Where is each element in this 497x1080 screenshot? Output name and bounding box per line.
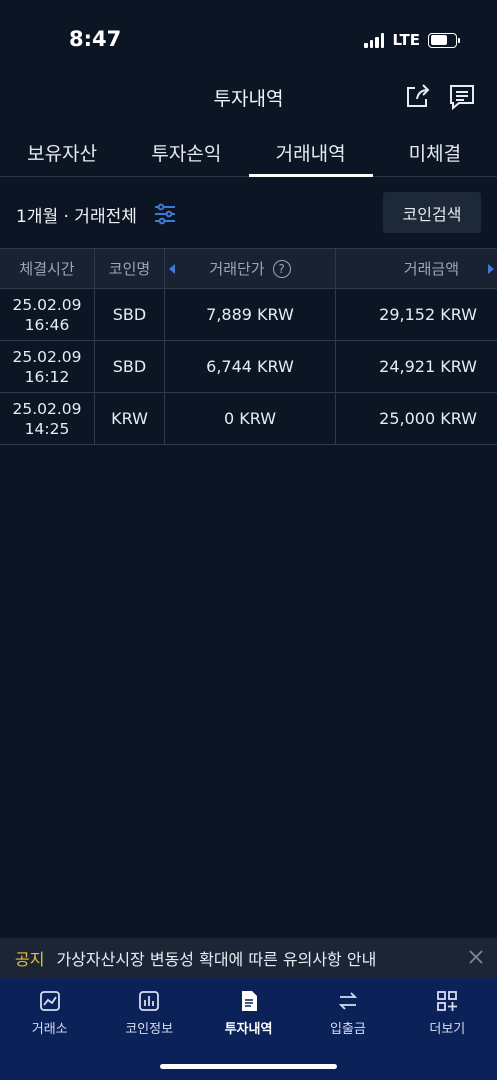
transactions-table: 체결시간 코인명 거래단가 ? 거래금액 25.02.09 16:46 SBD …: [0, 248, 497, 445]
notice-tag: 공지: [15, 950, 45, 969]
status-time: 8:47: [69, 27, 122, 51]
header-amount: 거래금액: [336, 249, 497, 288]
filter-summary[interactable]: 1개월 · 거래전체: [16, 202, 137, 227]
home-indicator[interactable]: [160, 1064, 337, 1069]
cell-amount: 25,000 KRW: [379, 409, 477, 428]
scroll-right-arrow-icon[interactable]: [488, 264, 494, 274]
nav-item-coin-info[interactable]: 코인정보: [99, 978, 198, 1050]
filter-settings-icon[interactable]: [154, 203, 176, 225]
nav-item-deposit-withdraw[interactable]: 입출금: [298, 978, 397, 1050]
nav-item-more[interactable]: 더보기: [398, 978, 497, 1050]
nav-label: 입출금: [329, 1022, 366, 1037]
cell-price: 7,889 KRW: [165, 289, 336, 340]
table-row[interactable]: 25.02.09 14:25 KRW 0 KRW 25,000 KRW: [0, 393, 497, 445]
document-icon: [241, 991, 257, 1011]
tab-transactions[interactable]: 거래내역: [248, 130, 374, 177]
tab-holdings[interactable]: 보유자산: [0, 130, 124, 176]
nav-label: 코인정보: [125, 1022, 174, 1037]
cell-amount: 29,152 KRW: [379, 305, 477, 324]
nav-item-investment-history[interactable]: 투자내역: [199, 978, 298, 1050]
header-unit-price: 거래단가 ?: [165, 249, 336, 288]
cell-date: 25.02.09: [12, 295, 82, 314]
cell-coin: SBD: [95, 341, 165, 392]
cell-time: 16:46: [24, 315, 70, 334]
cell-time: 14:25: [24, 419, 70, 438]
coin-search-button[interactable]: 코인검색: [383, 192, 481, 233]
cell-coin: SBD: [95, 289, 165, 340]
nav-label: 거래소: [31, 1022, 68, 1037]
chart-icon: [39, 991, 60, 1011]
header-executed-time: 체결시간: [0, 249, 95, 288]
header-unit-price-label: 거래단가: [209, 260, 265, 278]
header-coin-name: 코인명: [95, 249, 165, 288]
cell-amount: 24,921 KRW: [379, 357, 477, 376]
bar-chart-icon: [139, 991, 160, 1011]
notice-banner[interactable]: 공지 가상자산시장 변동성 확대에 따른 유의사항 안내: [0, 938, 497, 978]
help-icon[interactable]: ?: [272, 259, 291, 278]
table-row[interactable]: 25.02.09 16:12 SBD 6,744 KRW 24,921 KRW: [0, 341, 497, 393]
tab-pending[interactable]: 미체결: [373, 130, 497, 176]
cell-time: 16:12: [24, 367, 70, 386]
filter-row: 1개월 · 거래전체 코인검색: [0, 192, 497, 234]
nav-label: 투자내역: [224, 1022, 273, 1037]
tab-bar: 보유자산 투자손익 거래내역 미체결: [0, 130, 497, 177]
table-row[interactable]: 25.02.09 16:46 SBD 7,889 KRW 29,152 KRW: [0, 289, 497, 341]
nav-item-exchange[interactable]: 거래소: [0, 978, 99, 1050]
close-icon[interactable]: [469, 950, 483, 964]
cell-date: 25.02.09: [12, 347, 82, 366]
grid-plus-icon: [437, 991, 458, 1011]
cell-price: 0 KRW: [165, 393, 336, 444]
network-label: LTE: [392, 31, 420, 49]
signal-icon: [364, 32, 385, 48]
table-header: 체결시간 코인명 거래단가 ? 거래금액: [0, 248, 497, 289]
bottom-nav: 거래소 코인정보 투자내역 입출금 더보기: [0, 978, 497, 1080]
scroll-left-arrow-icon[interactable]: [169, 264, 175, 274]
notice-text[interactable]: 가상자산시장 변동성 확대에 따른 유의사항 안내: [56, 946, 376, 970]
nav-label: 더보기: [429, 1022, 466, 1037]
cell-coin: KRW: [95, 393, 165, 444]
cell-price: 6,744 KRW: [165, 341, 336, 392]
cell-executed-time: 25.02.09 16:46: [0, 289, 95, 340]
header-amount-label: 거래금액: [403, 260, 459, 278]
status-indicators: LTE: [364, 31, 460, 49]
share-icon[interactable]: [404, 82, 432, 110]
transfer-icon: [338, 992, 358, 1010]
chat-icon[interactable]: [448, 83, 476, 111]
battery-icon: [428, 32, 460, 48]
tab-profit-loss[interactable]: 투자손익: [124, 130, 248, 176]
header: 투자내역: [0, 78, 497, 116]
status-bar: 8:47 LTE: [0, 0, 497, 80]
cell-executed-time: 25.02.09 14:25: [0, 393, 95, 444]
cell-executed-time: 25.02.09 16:12: [0, 341, 95, 392]
cell-date: 25.02.09: [12, 399, 82, 418]
